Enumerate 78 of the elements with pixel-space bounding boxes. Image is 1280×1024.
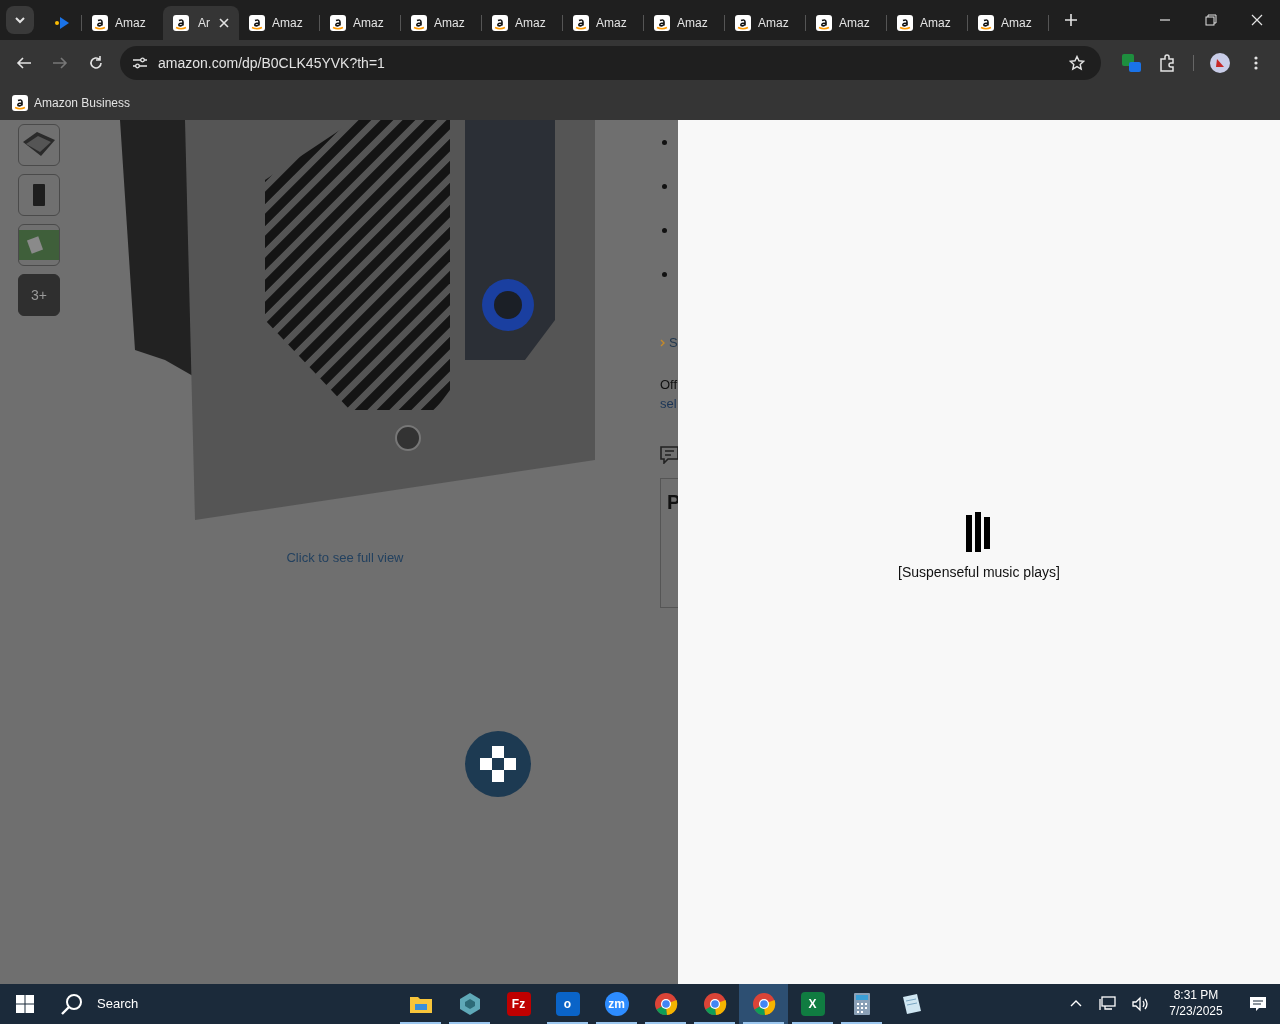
amazon-icon xyxy=(897,15,913,31)
close-icon[interactable] xyxy=(219,18,229,28)
device-icon xyxy=(33,184,45,206)
browser-tab[interactable]: Amaz xyxy=(239,6,320,40)
amazon-icon xyxy=(978,15,994,31)
amazon-icon xyxy=(92,15,108,31)
plus-icon xyxy=(1064,13,1078,27)
network-icon xyxy=(1099,995,1117,1013)
back-arrow-icon xyxy=(16,55,32,71)
message-icon xyxy=(1249,995,1267,1013)
browser-tab[interactable]: Ar xyxy=(163,6,239,40)
taskbar-app[interactable]: X xyxy=(788,984,837,1024)
play-icon xyxy=(54,15,70,31)
tune-icon xyxy=(132,55,148,71)
taskbar-app[interactable]: o xyxy=(543,984,592,1024)
chevron-down-icon xyxy=(14,14,26,26)
thumbnail-image[interactable] xyxy=(18,224,60,266)
browser-tab[interactable]: Amaz xyxy=(401,6,482,40)
speaker-icon xyxy=(1131,995,1149,1013)
browser-tab[interactable]: Amaz xyxy=(725,6,806,40)
amazon-icon xyxy=(411,15,427,31)
bookmark-link[interactable]: Amazon Business xyxy=(10,92,133,114)
thumbnail-image[interactable] xyxy=(18,174,60,216)
search-icon xyxy=(61,993,83,1015)
address-bar[interactable]: amazon.com/dp/B0CLK45YVK?th=1 xyxy=(120,46,1101,80)
taskbar-app[interactable] xyxy=(739,984,788,1024)
browser-tab[interactable]: Amaz xyxy=(82,6,163,40)
amazon-icon xyxy=(492,15,508,31)
more-images-button[interactable]: 3+ xyxy=(18,274,60,316)
bullet-icon xyxy=(662,140,667,145)
taskbar-app[interactable]: Fz xyxy=(494,984,543,1024)
bullet-icon xyxy=(662,228,667,233)
browser-icon xyxy=(702,992,727,1016)
bullet-icon xyxy=(662,184,667,189)
browser-tab[interactable]: Amaz xyxy=(968,6,1049,40)
puzzle-icon xyxy=(1158,54,1176,72)
chat-icon xyxy=(660,445,679,464)
caption-text: [Suspenseful music plays] xyxy=(898,562,1060,582)
browser-tab[interactable]: Amaz xyxy=(806,6,887,40)
browser-tab[interactable]: Amaz xyxy=(482,6,563,40)
sound-bars-icon xyxy=(966,511,992,552)
forward-arrow-icon xyxy=(52,55,68,71)
restore-icon xyxy=(1205,14,1217,26)
filezilla-icon: Fz xyxy=(506,992,531,1016)
amazon-icon xyxy=(735,15,751,31)
browser-tab[interactable]: Amaz xyxy=(320,6,401,40)
windows-icon xyxy=(15,995,34,1013)
amazon-icon xyxy=(330,15,346,31)
amazon-icon xyxy=(816,15,832,31)
taskbar-search[interactable]: Search xyxy=(49,984,349,1024)
bullet-icon xyxy=(662,272,667,277)
amazon-icon xyxy=(573,15,589,31)
tab-search-button[interactable] xyxy=(6,6,34,34)
offer-text: Off xyxy=(660,375,678,394)
browser-icon xyxy=(653,992,678,1016)
amazon-icon xyxy=(249,15,265,31)
amazon-icon xyxy=(12,95,28,111)
browser-tab[interactable]: Amaz xyxy=(887,6,968,40)
amazon-icon xyxy=(654,15,670,31)
outdoor-device-icon xyxy=(19,230,59,260)
zoom-icon: zm xyxy=(604,992,629,1016)
thumbnail-image[interactable] xyxy=(18,124,60,166)
move-icon xyxy=(478,744,518,784)
excel-icon: X xyxy=(800,992,825,1016)
browser-icon xyxy=(751,992,776,1016)
chevron-right-icon xyxy=(660,338,665,347)
close-icon xyxy=(1251,14,1263,26)
amazon-icon xyxy=(173,15,189,31)
hexagon-icon xyxy=(457,992,482,1016)
extension-badge-icon xyxy=(1121,53,1141,73)
url-text: amazon.com/dp/B0CLK45YVK?th=1 xyxy=(158,53,386,73)
browser-tab[interactable]: Amaz xyxy=(644,6,725,40)
star-icon xyxy=(1069,55,1085,71)
avatar-icon xyxy=(1210,53,1230,73)
browser-tab[interactable]: Amaz xyxy=(563,6,644,40)
reload-icon xyxy=(88,55,104,71)
clock-button[interactable]: 8:31 PM 7/23/2025 xyxy=(1156,984,1236,1024)
outlook-icon: o xyxy=(555,992,580,1016)
